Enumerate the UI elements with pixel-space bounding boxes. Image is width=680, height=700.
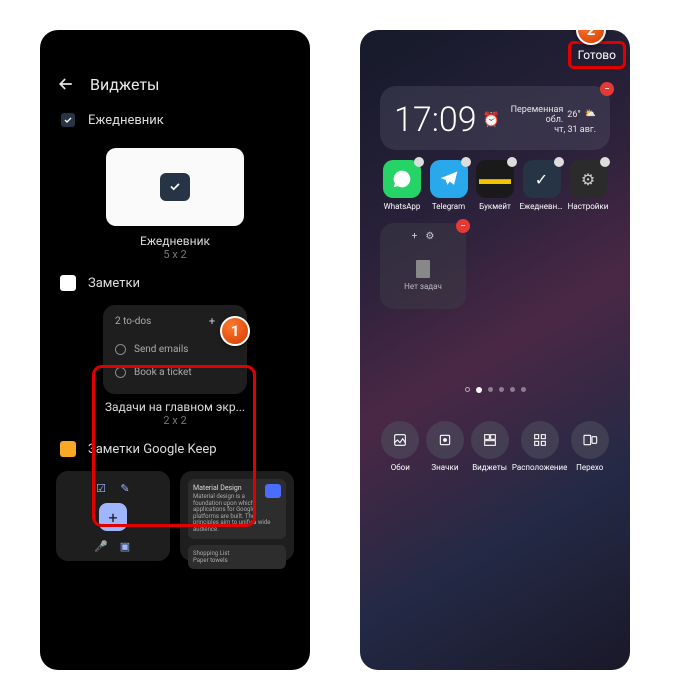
- phone-widgets-picker: Виджеты Ежедневник Ежедневник 5 x 2 Заме…: [40, 30, 310, 670]
- button-label: Перехо: [567, 463, 612, 472]
- planner-widget-label: Ежедневник: [56, 234, 294, 248]
- radio-icon: [115, 344, 126, 355]
- section-notes-header[interactable]: Заметки: [56, 269, 294, 297]
- weather-desc: Переменная обл.: [500, 105, 563, 125]
- weather-icon: ⛅: [585, 109, 596, 121]
- todo-text: Send emails: [134, 344, 188, 355]
- todo-count: 2 to-dos: [115, 316, 151, 327]
- todo-item: Send emails: [115, 338, 235, 361]
- remove-icon[interactable]: −: [600, 82, 614, 96]
- button-label: Значки: [423, 463, 468, 472]
- clock-time: 17:09: [394, 100, 477, 140]
- settings-icon: ⚙: [569, 160, 607, 198]
- done-button[interactable]: Готово: [572, 44, 622, 66]
- todo-widget-label: Задачи на главном экр...: [56, 400, 294, 414]
- widgets-button[interactable]: Виджеты: [467, 421, 512, 472]
- transition-button[interactable]: Перехо: [567, 421, 612, 472]
- keep-note-body: Material design is a foundation upon whi…: [193, 494, 281, 534]
- button-label: Виджеты: [467, 463, 512, 472]
- wallpaper-icon: [381, 421, 419, 459]
- dot-icon: [521, 387, 526, 392]
- remove-icon[interactable]: −: [456, 219, 470, 233]
- icons-button[interactable]: Значки: [423, 421, 468, 472]
- document-icon: [416, 260, 430, 278]
- app-planner[interactable]: ✓ Ежедневн...: [520, 160, 564, 211]
- section-keep-header[interactable]: Заметки Google Keep: [56, 435, 294, 463]
- whatsapp-icon: [383, 160, 421, 198]
- plus-icon: +: [99, 503, 127, 531]
- todo-text: Book a ticket: [134, 367, 192, 378]
- plus-icon: +: [209, 315, 215, 328]
- alarm-icon: ⏰: [483, 112, 500, 128]
- weather-temp: 26°: [567, 110, 580, 120]
- dot-icon: [499, 387, 504, 392]
- notes-app-icon: [60, 275, 76, 291]
- section-label: Заметки: [88, 276, 140, 291]
- dot-icon: [476, 387, 482, 393]
- keep-widget-toolbar[interactable]: ☑ ✎ + 🎤 ▣: [56, 471, 170, 561]
- grid-icon: [521, 421, 559, 459]
- todo-item: Book a ticket: [115, 361, 235, 384]
- clock-weather-widget[interactable]: − 17:09 ⏰ Переменная обл. 26° ⛅ чт, 31 а…: [380, 86, 610, 150]
- tasks-mini-widget[interactable]: − + ⚙ Нет задач: [380, 223, 466, 309]
- app-label: WhatsApp: [380, 202, 424, 211]
- check-icon: [160, 173, 190, 201]
- empty-text: Нет задач: [404, 282, 442, 291]
- app-settings[interactable]: ⚙ Настройки: [566, 160, 610, 211]
- section-label: Ежедневник: [88, 113, 164, 128]
- planner-widget-preview[interactable]: [106, 148, 244, 226]
- checkbox-icon: ☑: [92, 479, 110, 497]
- page-title: Виджеты: [90, 75, 159, 94]
- mic-icon: 🎤: [92, 537, 110, 555]
- pen-icon: ✎: [116, 479, 134, 497]
- app-label: Ежедневн...: [520, 202, 564, 211]
- dot-icon: [488, 387, 493, 392]
- layout-button[interactable]: Расположение: [512, 421, 568, 472]
- image-icon: ▣: [116, 537, 134, 555]
- dot-icon: [510, 387, 515, 392]
- bookmate-icon: ▬▬: [476, 160, 514, 198]
- keep-note-line: Paper towels: [193, 557, 281, 564]
- app-bookmate[interactable]: ▬▬ Букмейт: [473, 160, 517, 211]
- page-indicator[interactable]: [376, 387, 614, 393]
- section-planner-header[interactable]: Ежедневник: [56, 106, 294, 134]
- home-dot-icon: [463, 386, 470, 393]
- planner-icon: ✓: [523, 160, 561, 198]
- app-whatsapp[interactable]: WhatsApp: [380, 160, 424, 211]
- app-label: Букмейт: [473, 202, 517, 211]
- wallpaper-button[interactable]: Обои: [378, 421, 423, 472]
- callout-badge-1: 1: [220, 316, 250, 346]
- phone-homescreen-edit: 2 Готово − 17:09 ⏰ Переменная обл. 26° ⛅…: [360, 30, 630, 670]
- app-label: Telegram: [427, 202, 471, 211]
- gear-icon: ⚙: [425, 231, 434, 242]
- radio-icon: [115, 367, 126, 378]
- keep-app-icon: [60, 441, 76, 457]
- keep-widget-notes[interactable]: Material Design Material design is a fou…: [180, 471, 294, 561]
- back-icon[interactable]: [56, 74, 76, 94]
- telegram-icon: [430, 160, 468, 198]
- plus-icon: +: [412, 231, 418, 242]
- icons-icon: [426, 421, 464, 459]
- app-telegram[interactable]: Telegram: [427, 160, 471, 211]
- button-label: Обои: [378, 463, 423, 472]
- date-text: чт, 31 авг.: [500, 125, 596, 135]
- planner-app-icon: [60, 112, 76, 128]
- transition-icon: [571, 421, 609, 459]
- widgets-icon: [471, 421, 509, 459]
- todo-widget-dim: 2 x 2: [56, 414, 294, 427]
- section-label: Заметки Google Keep: [88, 442, 217, 457]
- planner-widget-dim: 5 x 2: [56, 248, 294, 261]
- app-label: Настройки: [566, 202, 610, 211]
- button-label: Расположение: [512, 463, 568, 472]
- keep-note-line: Shopping List: [193, 550, 281, 557]
